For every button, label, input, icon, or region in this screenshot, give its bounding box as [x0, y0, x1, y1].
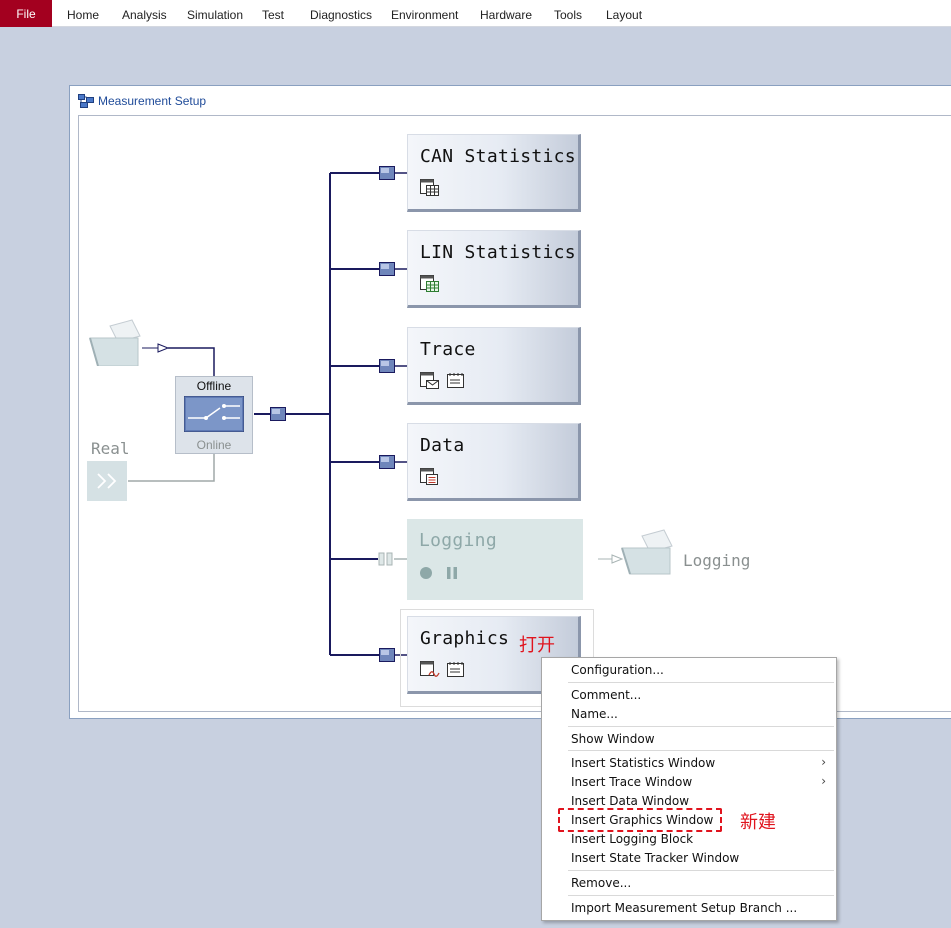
- menu-separator: [568, 895, 834, 896]
- offline-source-folder-icon[interactable]: [88, 318, 142, 366]
- menu-insert-state-tracker-window[interactable]: Insert State Tracker Window: [571, 849, 739, 867]
- block-title: Data: [420, 435, 465, 456]
- pause-icon[interactable]: [445, 566, 459, 580]
- trace-block[interactable]: Trace: [407, 327, 581, 405]
- menu-bar: File Home Analysis Simulation Test Diagn…: [0, 0, 951, 27]
- menu-simulation[interactable]: Simulation: [187, 8, 243, 22]
- connector-square[interactable]: [379, 262, 395, 276]
- menu-configuration[interactable]: Configuration...: [571, 661, 664, 679]
- trace-window-icon[interactable]: [420, 372, 440, 390]
- menu-home[interactable]: Home: [67, 8, 99, 22]
- menu-separator: [568, 750, 834, 751]
- menu-diagnostics[interactable]: Diagnostics: [310, 8, 372, 22]
- connector-square[interactable]: [379, 648, 395, 662]
- annotation-open: 打开: [519, 635, 555, 656]
- connector-square[interactable]: [270, 407, 286, 421]
- menu-insert-statistics-window[interactable]: Insert Statistics Window: [571, 754, 831, 772]
- data-block[interactable]: Data: [407, 423, 581, 501]
- submenu-chevron-right-icon: ›: [821, 774, 826, 788]
- context-menu: Configuration... Comment... Name... Show…: [541, 657, 837, 921]
- menu-comment[interactable]: Comment...: [571, 686, 641, 704]
- menu-separator: [568, 870, 834, 871]
- menu-environment[interactable]: Environment: [391, 8, 458, 22]
- menu-import-measurement-setup-branch[interactable]: Import Measurement Setup Branch ...: [571, 899, 797, 917]
- menu-insert-logging-block[interactable]: Insert Logging Block: [571, 830, 693, 848]
- notes-icon[interactable]: [446, 661, 466, 679]
- block-title: CAN Statistics: [420, 146, 576, 167]
- connector-square[interactable]: [379, 166, 395, 180]
- submenu-chevron-right-icon: ›: [821, 755, 826, 769]
- offline-online-switch[interactable]: Offline Online: [175, 376, 253, 454]
- graphics-window-icon[interactable]: [420, 661, 440, 679]
- menu-show-window[interactable]: Show Window: [571, 730, 655, 748]
- switch-icon: [184, 396, 244, 432]
- forward-chevrons-icon: [97, 473, 117, 489]
- menu-separator: [568, 726, 834, 727]
- menu-hardware[interactable]: Hardware: [480, 8, 532, 22]
- block-title: LIN Statistics: [420, 242, 576, 263]
- menu-name[interactable]: Name...: [571, 705, 618, 723]
- menu-analysis[interactable]: Analysis: [122, 8, 167, 22]
- connector-square[interactable]: [379, 359, 395, 373]
- menu-layout[interactable]: Layout: [606, 8, 642, 22]
- highlight-dashed-box: [558, 808, 722, 832]
- menu-remove[interactable]: Remove...: [571, 874, 631, 892]
- menu-item-label: Insert Statistics Window: [571, 756, 716, 770]
- lin-statistics-block[interactable]: LIN Statistics: [407, 230, 581, 308]
- real-source-label: Real: [91, 439, 130, 458]
- menu-test[interactable]: Test: [262, 8, 284, 22]
- can-statistics-block[interactable]: CAN Statistics: [407, 134, 581, 212]
- real-source-block[interactable]: [87, 461, 127, 501]
- menu-insert-trace-window[interactable]: Insert Trace Window: [571, 773, 831, 791]
- statistics-window-icon[interactable]: [420, 179, 440, 197]
- window-title: Measurement Setup: [98, 94, 207, 108]
- menu-separator: [568, 682, 834, 683]
- menu-item-label: Insert Trace Window: [571, 775, 693, 789]
- statistics-window-icon[interactable]: [420, 275, 440, 293]
- notes-icon[interactable]: [446, 372, 466, 390]
- measurement-setup-icon: [78, 94, 94, 108]
- block-title: Graphics: [420, 628, 510, 649]
- offline-label: Offline: [196, 379, 232, 393]
- break-connector-icon[interactable]: [378, 552, 394, 566]
- window-title-bar: Measurement Setup: [78, 93, 206, 109]
- block-title: Trace: [420, 339, 476, 360]
- logging-target-label: Logging: [683, 551, 751, 570]
- annotation-new: 新建: [740, 812, 776, 833]
- menu-tools[interactable]: Tools: [554, 8, 582, 22]
- block-title: Logging: [419, 530, 497, 551]
- record-icon[interactable]: [419, 566, 433, 580]
- logging-block[interactable]: Logging: [407, 519, 583, 600]
- logging-folder-icon[interactable]: [620, 528, 674, 576]
- data-window-icon[interactable]: [420, 468, 440, 486]
- online-label: Online: [196, 438, 232, 452]
- menu-file[interactable]: File: [0, 0, 52, 27]
- connector-square[interactable]: [379, 455, 395, 469]
